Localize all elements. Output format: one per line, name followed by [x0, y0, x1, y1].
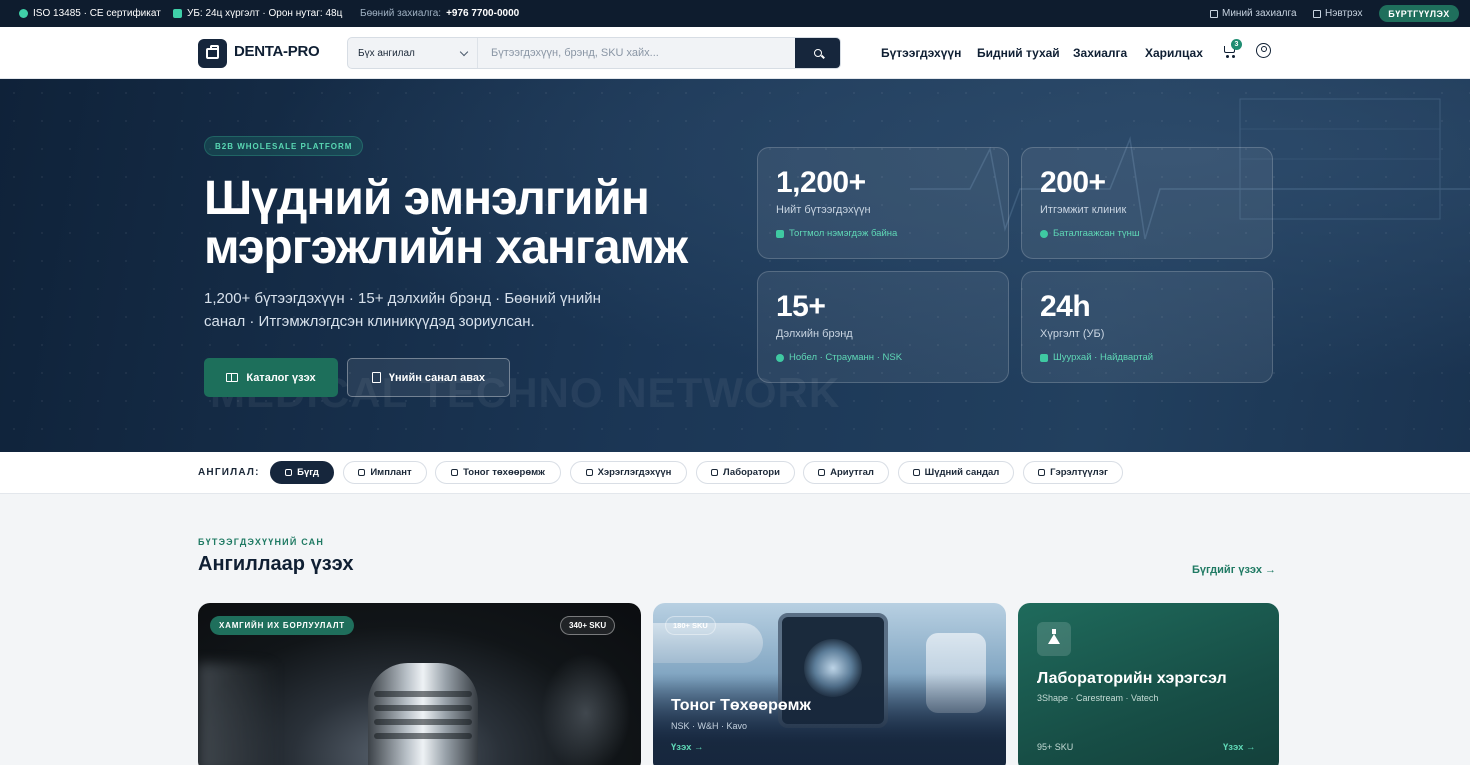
stat-card-products: 1,200+ Нийт бүтээгдэхүүн Тогтмол нэмэгдэ… — [757, 147, 1009, 259]
view-catalog-button[interactable]: Каталог үзэх — [204, 358, 338, 397]
hero-title: Шүдний эмнэлгийн мэргэжлийн хангамж — [204, 172, 688, 274]
book-open-icon — [226, 373, 239, 382]
logo-text[interactable]: DENTA-PRO — [234, 43, 320, 60]
sku-count: 95+ SKU — [1037, 742, 1074, 752]
flask-icon — [585, 469, 593, 476]
section-kicker: БҮТЭЭГДЭХҮҮНИЙ САН — [198, 537, 325, 547]
logo-mark[interactable] — [198, 39, 227, 68]
main-header: DENTA-PRO Бүх ангилал Бүтээгдэхүүн Бидни… — [0, 27, 1470, 79]
truck-icon — [173, 9, 182, 18]
search-input[interactable] — [479, 38, 795, 68]
sku-count-tag: 340+ SKU — [560, 616, 616, 635]
card-view-link[interactable]: Үзэх → — [1223, 742, 1256, 753]
wrench-icon — [451, 469, 459, 476]
request-quote-button[interactable]: Үнийн санал авах — [347, 358, 510, 397]
grid-icon — [285, 469, 293, 476]
top-info-bar: ISO 13485 · CE сертификат УБ: 24ц хүргэл… — [0, 0, 1470, 27]
chip-implant[interactable]: Имплант — [343, 461, 427, 484]
chip-lighting[interactable]: Гэрэлтүүлэг — [1023, 461, 1123, 484]
chip-consumables[interactable]: Хэрэглэгдэхүүн — [570, 461, 687, 484]
category-label: АНГИЛАЛ: — [198, 467, 260, 478]
sku-count-tag: 180+ SKU — [665, 616, 716, 635]
implant-image — [368, 663, 478, 765]
category-select[interactable]: Бүх ангилал — [348, 38, 478, 68]
chevron-down-icon — [459, 47, 469, 57]
search-bar: Бүх ангилал — [347, 37, 841, 69]
platform-pill: B2B WHOLESALE PLATFORM — [204, 136, 364, 156]
bestseller-tag: ХАМГИЙН ИХ БОРЛУУЛАЛТ — [210, 616, 354, 635]
sun-icon — [1038, 469, 1046, 476]
phone-number[interactable]: +976 7700-0000 — [446, 8, 519, 19]
certification-info: ISO 13485 · CE сертификат — [19, 0, 161, 27]
implant-icon — [358, 469, 366, 476]
card-brands: 3Shape · Carestream · Vatech — [1037, 693, 1159, 703]
stat-card-clinics: 200+ Итгэмжит клиник Баталгаажсан түнш — [1021, 147, 1273, 259]
card-title: Лабораторийн хэрэгсэл — [1037, 670, 1227, 687]
cart-count-badge: 3 — [1231, 39, 1242, 50]
stat-card-delivery: 24h Хүргэлт (УБ) Шуурхай · Найдвартай — [1021, 271, 1273, 383]
nav-orders[interactable]: Захиалга — [1073, 46, 1127, 60]
globe-icon — [776, 353, 784, 362]
chip-sterilization[interactable]: Ариутгал — [803, 461, 889, 484]
trending-up-icon — [776, 229, 784, 238]
chip-dental-chair[interactable]: Шүдний сандал — [898, 461, 1014, 484]
chip-laboratory[interactable]: Лаборатори — [696, 461, 795, 484]
nav-contact[interactable]: Харилцах — [1145, 46, 1203, 60]
spray-icon — [818, 469, 826, 476]
user-icon[interactable] — [1256, 43, 1271, 58]
card-title: Тоног Төхөөрөмж — [671, 697, 811, 714]
wholesale-phone: Бөөний захиалга: +976 7700-0000 — [360, 8, 520, 19]
check-badge-icon — [19, 9, 28, 18]
clipboard-icon — [1210, 9, 1218, 18]
see-all-link[interactable]: Бүгдийг үзэх → — [1192, 564, 1276, 576]
card-view-link[interactable]: Үзэх → — [671, 742, 704, 753]
stat-card-brands: 15+ Дэлхийн брэнд Нобел · Страуманн · NS… — [757, 271, 1009, 383]
login-icon — [1313, 9, 1321, 18]
flask-icon — [1048, 629, 1060, 644]
search-button[interactable] — [795, 38, 840, 68]
truck-icon — [1040, 353, 1048, 362]
card-brands: NSK · W&H · Kavo — [671, 721, 748, 731]
delivery-info: УБ: 24ц хүргэлт · Орон нутаг: 48ц — [173, 0, 342, 27]
category-card-implants[interactable]: ХАМГИЙН ИХ БОРЛУУЛАЛТ 340+ SKU — [198, 603, 641, 765]
register-button[interactable]: БҮРТГҮҮЛЭХ — [1379, 5, 1459, 22]
shopping-bag-icon — [206, 45, 219, 59]
category-filter-bar: АНГИЛАЛ: Бүгд Имплант Тоног төхөөрөмж Хэ… — [0, 452, 1470, 494]
category-card-laboratory[interactable]: Лабораторийн хэрэгсэл 3Shape · Carestrea… — [1018, 603, 1279, 765]
hero-background-graphic — [910, 98, 1470, 240]
chip-all[interactable]: Бүгд — [270, 461, 334, 484]
my-orders-link[interactable]: Миний захиалга — [1210, 0, 1297, 27]
chip-equipment[interactable]: Тоног төхөөрөмж — [435, 461, 561, 484]
search-icon — [813, 49, 822, 57]
nav-products[interactable]: Бүтээгдэхүүн — [881, 46, 961, 60]
category-card-equipment[interactable]: 180+ SKU Тоног Төхөөрөмж NSK · W&H · Kav… — [653, 603, 1006, 765]
nav-about[interactable]: Бидний тухай — [977, 46, 1060, 60]
section-title: Ангиллаар үзэх — [198, 553, 354, 575]
document-icon — [371, 372, 381, 383]
chair-icon — [912, 469, 920, 476]
verified-icon — [1040, 229, 1048, 238]
login-link[interactable]: Нэвтрэх — [1313, 0, 1363, 27]
hero-banner: MEDICAL TECHNO NETWORK B2B WHOLESALE PLA… — [0, 79, 1470, 452]
beaker-icon — [711, 469, 719, 476]
hero-subtitle: 1,200+ бүтээгдэхүүн · 15+ дэлхийн брэнд … — [204, 290, 601, 330]
